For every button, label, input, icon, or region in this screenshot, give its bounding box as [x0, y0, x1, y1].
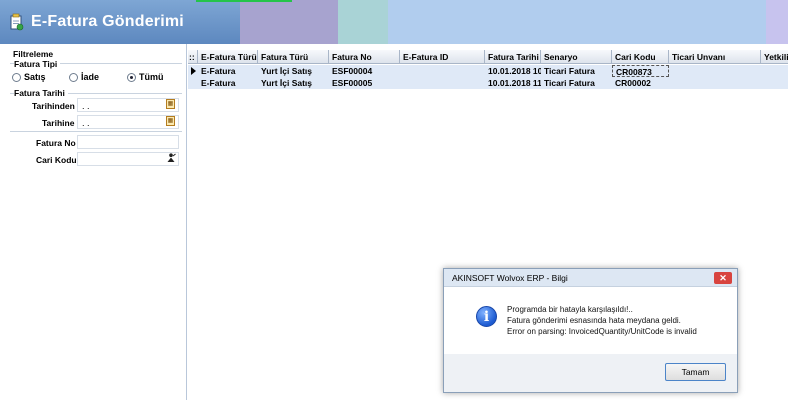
- radio-iade[interactable]: İade: [69, 72, 99, 82]
- table-row[interactable]: E-Fatura Yurt İçi Satış ESF00004 10.01.2…: [188, 65, 788, 77]
- row-indicator-icon: [191, 67, 196, 75]
- radio-tumu[interactable]: Tümü: [127, 72, 164, 82]
- date-to-input[interactable]: . .: [77, 115, 179, 129]
- invoice-no-input[interactable]: [77, 135, 179, 149]
- table-cell: ESF00004: [332, 66, 373, 76]
- radio-button-icon: [12, 72, 21, 82]
- table-cell: 10.01.2018 10: [488, 66, 541, 76]
- lookup-icon[interactable]: [166, 153, 176, 163]
- invoice-type-radio-group: Satış İade Tümü: [12, 72, 182, 84]
- radio-label: Satış: [24, 72, 46, 82]
- dialog-footer: Tamam: [444, 354, 737, 392]
- radio-button-icon: [69, 72, 78, 82]
- app-header: E-Fatura Gönderimi: [0, 0, 788, 44]
- info-dialog: AKINSOFT Wolvox ERP - Bilgi ✕ i Programd…: [443, 268, 738, 393]
- dialog-message-line: Fatura gönderimi esnasında hata meydana …: [507, 316, 681, 325]
- dialog-titlebar[interactable]: AKINSOFT Wolvox ERP - Bilgi ✕: [444, 269, 737, 287]
- dialog-message-line: Programda bir hatayla karşılaşıldı!..: [507, 305, 633, 314]
- page-title: E-Fatura Gönderimi: [31, 13, 184, 30]
- table-cell: Yurt İçi Satış: [261, 66, 313, 76]
- ok-button[interactable]: Tamam: [665, 363, 726, 381]
- header-color-block: [766, 0, 788, 44]
- table-cell: Yurt İçi Satış: [261, 78, 313, 88]
- column-header-yetkili[interactable]: Yetkili: [761, 50, 788, 64]
- table-cell: [669, 65, 761, 77]
- date-from-input[interactable]: . .: [77, 98, 179, 112]
- table-cell: E-Fatura: [201, 78, 236, 88]
- column-header-fatura-tarihi[interactable]: Fatura Tarihi: [485, 50, 541, 64]
- info-icon: i: [476, 306, 497, 327]
- column-header-cari-kodu[interactable]: Cari Kodu: [612, 50, 669, 64]
- table-cell: [669, 77, 761, 89]
- column-header-efatura-id[interactable]: E-Fatura ID: [400, 50, 485, 64]
- radio-satis[interactable]: Satış: [12, 72, 46, 82]
- column-header-senaryo[interactable]: Senaryo: [541, 50, 612, 64]
- date-to-label: Tarihine: [42, 118, 75, 128]
- customer-code-label: Cari Kodu: [36, 155, 77, 165]
- header-progress-strip: [196, 0, 292, 2]
- calendar-icon[interactable]: ▦: [166, 99, 175, 109]
- invoice-type-group-label: Fatura Tipi: [14, 59, 61, 69]
- table-cell: Ticari Fatura: [544, 66, 595, 76]
- radio-label: İade: [81, 72, 100, 82]
- document-edit-icon: [10, 13, 24, 31]
- column-header-fatura-no[interactable]: Fatura No: [329, 50, 400, 64]
- header-color-block: [338, 0, 388, 44]
- header-color-block: [240, 0, 338, 44]
- table-cell: CR00002: [615, 78, 651, 88]
- close-icon: ✕: [719, 273, 727, 283]
- table-cell: 10.01.2018 11: [488, 78, 541, 88]
- column-header-ticari-unvani[interactable]: Ticari Unvanı: [669, 50, 761, 64]
- table-cell: Ticari Fatura: [544, 78, 595, 88]
- table-cell-focused[interactable]: CR00873: [612, 65, 669, 77]
- close-button[interactable]: ✕: [714, 272, 732, 284]
- grid-indicator-header: ::: [188, 50, 198, 64]
- filter-heading: Filtreleme: [13, 49, 54, 59]
- group-divider: [10, 131, 182, 132]
- table-cell: [400, 65, 485, 77]
- table-cell: [761, 65, 788, 77]
- customer-code-input[interactable]: [77, 152, 179, 166]
- header-color-block: [388, 0, 766, 44]
- table-cell: [400, 77, 485, 89]
- column-header-fatura-turu[interactable]: Fatura Türü: [258, 50, 329, 64]
- invoice-date-group-label: Fatura Tarihi: [14, 88, 68, 98]
- table-cell: ESF00005: [332, 78, 373, 88]
- dialog-title: AKINSOFT Wolvox ERP - Bilgi: [452, 273, 568, 283]
- column-header-efatura-turu[interactable]: E-Fatura Türü: [198, 50, 258, 64]
- calendar-icon[interactable]: ▦: [166, 116, 175, 126]
- date-from-label: Tarihinden: [32, 101, 75, 111]
- table-cell: [761, 77, 788, 89]
- dialog-message-line: Error on parsing: InvoicedQuantity/UnitC…: [507, 327, 697, 336]
- radio-button-selected-icon: [127, 72, 136, 82]
- grid-header: :: E-Fatura Türü Fatura Türü Fatura No E…: [188, 50, 788, 64]
- invoice-no-label: Fatura No: [36, 138, 76, 148]
- table-row[interactable]: E-Fatura Yurt İçi Satış ESF00005 10.01.2…: [188, 77, 788, 89]
- radio-label: Tümü: [139, 72, 164, 82]
- table-cell: E-Fatura: [201, 66, 236, 76]
